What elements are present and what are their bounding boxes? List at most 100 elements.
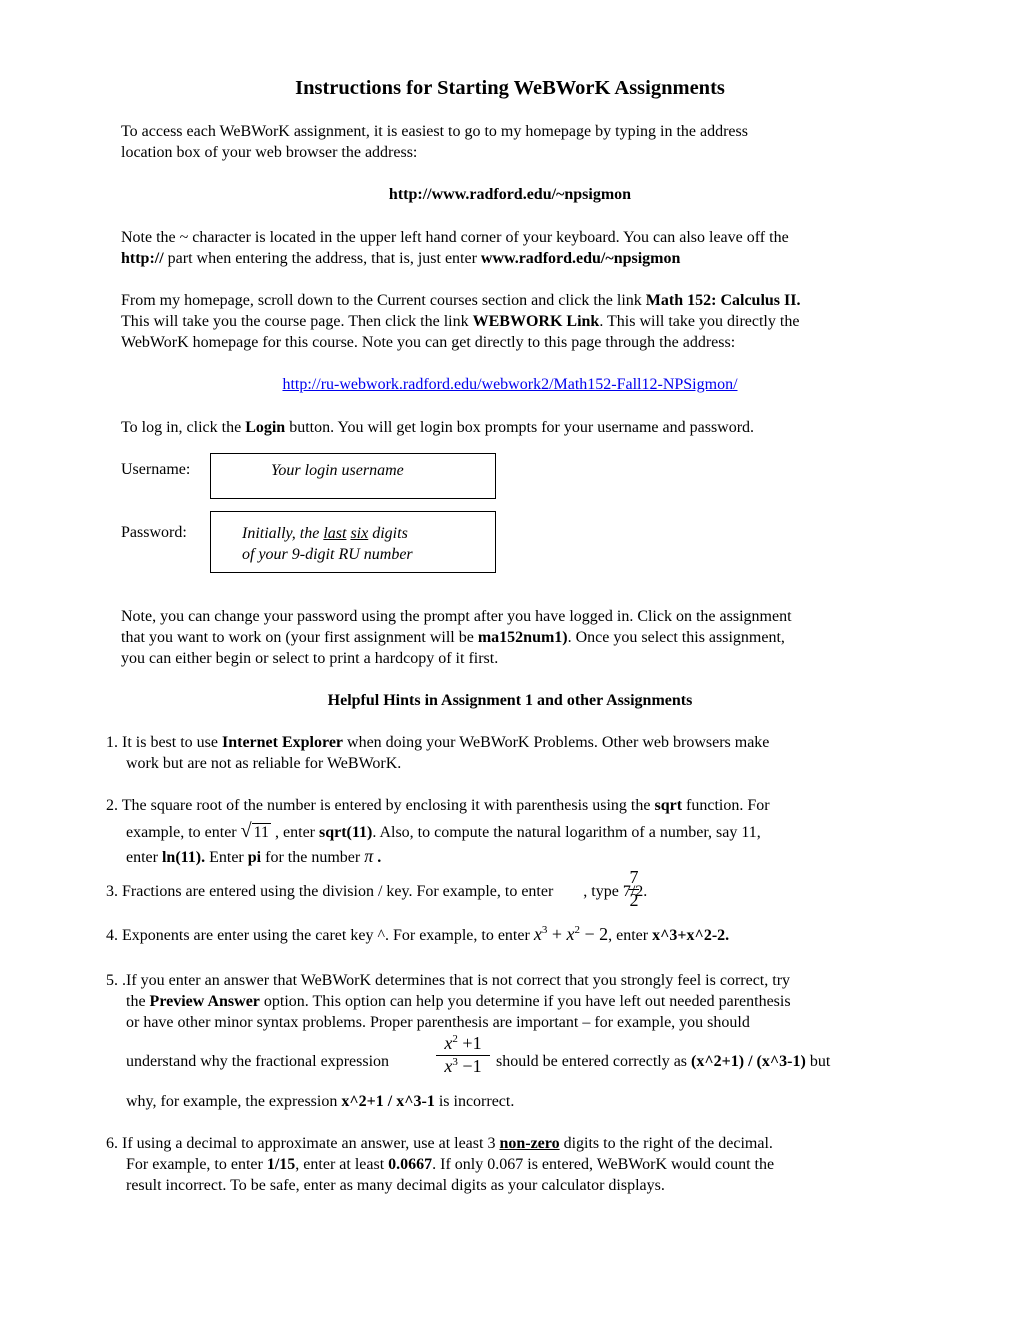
hint-2-period: .	[373, 849, 382, 866]
fraction-denominator: 2	[629, 890, 639, 910]
fraction-rational-expression: x2 +1 x3 −1	[436, 1033, 490, 1076]
fraction-numerator: x2 +1	[436, 1033, 490, 1053]
note-password-text-b: . Once you select this assignment,	[567, 629, 785, 646]
hint-5-text-5a: why, for example, the expression	[126, 1093, 342, 1110]
username-box: Your login username	[210, 453, 496, 499]
hint-2-text-b: function. For	[682, 797, 770, 814]
pi-symbol: π	[364, 846, 374, 866]
exponent-3: 3	[452, 1056, 458, 1068]
hint-3-line-1: 3. Fractions are entered using the divis…	[106, 882, 647, 902]
hint-2-ln-example: ln(11).	[161, 849, 206, 866]
hint-6-text-2b: , enter at least	[295, 1156, 389, 1173]
minus-two: − 2	[579, 924, 609, 944]
exponent-2: 2	[574, 924, 580, 936]
login-text-b: button. You will get login box prompts f…	[285, 419, 755, 436]
hint-1-text-a: 1. It is best to use	[106, 734, 222, 751]
password-box: Initially, the last six digits of your 9…	[210, 511, 496, 573]
hint-1-line-2: work but are not as reliable for WeBWorK…	[126, 755, 402, 772]
page-title: Instructions for Starting WeBWorK Assign…	[295, 77, 725, 99]
sqrt-icon: √	[240, 820, 252, 842]
fraction-7-over-2: 7 2	[624, 867, 644, 910]
webwork-link-name: WEBWORK Link	[472, 313, 600, 330]
password-hint-digits: digits	[368, 525, 408, 542]
hint-6-non-zero: non-zero	[499, 1135, 560, 1152]
password-hint-six: six	[350, 525, 369, 542]
course-link-name: Math 152: Calculus II.	[645, 292, 801, 309]
hint-5-text-2b: option. This option can help you determi…	[259, 993, 791, 1010]
hint-2-line-1: 2. The square root of the number is ente…	[106, 796, 770, 816]
hint-3-text-a: 3. Fractions are entered using the divis…	[106, 883, 558, 900]
from-homepage-line-1: From my homepage, scroll down to the Cur…	[121, 291, 800, 311]
login-text-a: To log in, click the	[121, 419, 246, 436]
note-password-line-1: Note, you can change your password using…	[121, 608, 792, 625]
from-homepage-line-2: This will take you the course page. Then…	[121, 312, 799, 332]
password-hint-line-2: of your 9-digit RU number	[242, 546, 413, 563]
hint-6-text-2a: For example, to enter	[126, 1156, 267, 1173]
hint-6-text-2c: . If only 0.067 is entered, WeBWorK woul…	[432, 1156, 775, 1173]
note-tilde-text: part when entering the address, that is,…	[163, 250, 481, 267]
homepage-url: http://www.radford.edu/~npsigmon	[388, 186, 632, 203]
hint-2-text-2c: . Also, to compute the natural logarithm…	[372, 824, 761, 841]
note-tilde-line-1: Note the ~ character is located in the u…	[121, 229, 789, 246]
hint-4-text-b: , enter	[608, 927, 653, 944]
intro-line-1: To access each WeBWorK assignment, it is…	[121, 123, 748, 140]
hints-heading: Helpful Hints in Assignment 1 and other …	[327, 692, 693, 709]
var-x: x	[533, 924, 542, 944]
hint-5-line-5: why, for example, the expression x^2+1 /…	[126, 1092, 514, 1112]
from-homepage-text-2b: . This will take you directly the	[599, 313, 800, 330]
hint-6-text-b: digits to the right of the decimal.	[559, 1135, 773, 1152]
hint-2-sqrt-example: sqrt(11)	[319, 824, 373, 841]
hint-2-text-a: 2. The square root of the number is ente…	[106, 797, 655, 814]
hint-1-text-b: when doing your WeBWorK Problems. Other …	[343, 734, 770, 751]
preview-answer-option: Preview Answer	[149, 993, 260, 1010]
hint-5-line-1: 5. .If you enter an answer that WeBWorK …	[106, 972, 791, 989]
hint-2-text-3c: for the number	[261, 849, 365, 866]
hint-2-sqrt: sqrt	[654, 797, 683, 814]
hint-6-line-2: For example, to enter 1/15, enter at lea…	[126, 1155, 774, 1175]
hint-5-text-2a: the	[126, 993, 150, 1010]
hint-1-browser: Internet Explorer	[222, 734, 344, 751]
course-url-link[interactable]: http://ru-webwork.radford.edu/webwork2/M…	[282, 376, 737, 393]
hint-5-incorrect-expression: x^2+1 / x^3-1	[341, 1093, 435, 1110]
hint-6-decimal: 0.0667	[388, 1156, 433, 1173]
hint-5-text-5b: is incorrect.	[434, 1093, 515, 1110]
hint-6-line-3: result incorrect. To be safe, enter as m…	[126, 1177, 665, 1194]
fraction-numerator: 7	[629, 867, 639, 887]
hint-2-text-3b: Enter	[205, 849, 248, 866]
intro-line-2: location box of your web browser the add…	[121, 144, 418, 161]
hint-5-line-4-a: understand why the fractional expression	[126, 1053, 390, 1070]
hint-4-example: x^3+x^2-2.	[652, 927, 730, 944]
hint-1-line-1: 1. It is best to use Internet Explorer w…	[106, 733, 769, 753]
password-hint-last: last	[323, 525, 347, 542]
hint-5-line-2: the Preview Answer option. This option c…	[126, 992, 791, 1012]
sqrt-11-expression: √ 11	[241, 821, 272, 841]
hint-5-text-4c: but	[805, 1053, 831, 1070]
hint-6-fraction: 1/15	[266, 1156, 296, 1173]
exponent-3: 3	[541, 924, 548, 936]
hint-2-text-3a: enter	[126, 849, 162, 866]
denominator-rest: −1	[457, 1056, 482, 1076]
login-instructions: To log in, click the Login button. You w…	[121, 418, 754, 438]
password-hint-line-1: Initially, the last six digits	[242, 523, 408, 544]
hint-5-line-4-b: should be entered correctly as (x^2+1) /…	[496, 1052, 830, 1072]
from-homepage-text: From my homepage, scroll down to the Cur…	[121, 292, 646, 309]
short-address: www.radford.edu/~npsigmon	[480, 250, 681, 267]
polynomial-expression: x3 + x2 − 2	[534, 924, 608, 944]
password-hint-text: Initially, the	[242, 525, 324, 542]
username-value: Your login username	[271, 462, 404, 479]
from-homepage-line-3: WebWorK homepage for this course. Note y…	[121, 334, 736, 351]
hint-2-pi-example: pi	[247, 849, 262, 866]
sqrt-argument: 11	[251, 823, 272, 841]
hint-2-text-2a: example, to enter	[126, 824, 241, 841]
username-label: Username:	[121, 461, 191, 478]
hint-2-line-3: enter ln(11). Enter pi for the number π …	[126, 846, 381, 868]
first-assignment-name: ma152num1)	[477, 629, 568, 646]
http-prefix: http://	[121, 250, 164, 267]
hint-5-text-4b: should be entered correctly as	[496, 1053, 692, 1070]
note-tilde-line-2: http:// part when entering the address, …	[121, 249, 680, 269]
from-homepage-text-2a: This will take you the course page. Then…	[121, 313, 473, 330]
numerator-rest: +1	[457, 1033, 482, 1053]
note-password-text-a: that you want to work on (your first ass…	[121, 629, 478, 646]
note-password-line-3: you can either begin or select to print …	[121, 650, 499, 667]
hint-2-line-2: example, to enter √ 11 , enter sqrt(11). …	[126, 821, 761, 843]
